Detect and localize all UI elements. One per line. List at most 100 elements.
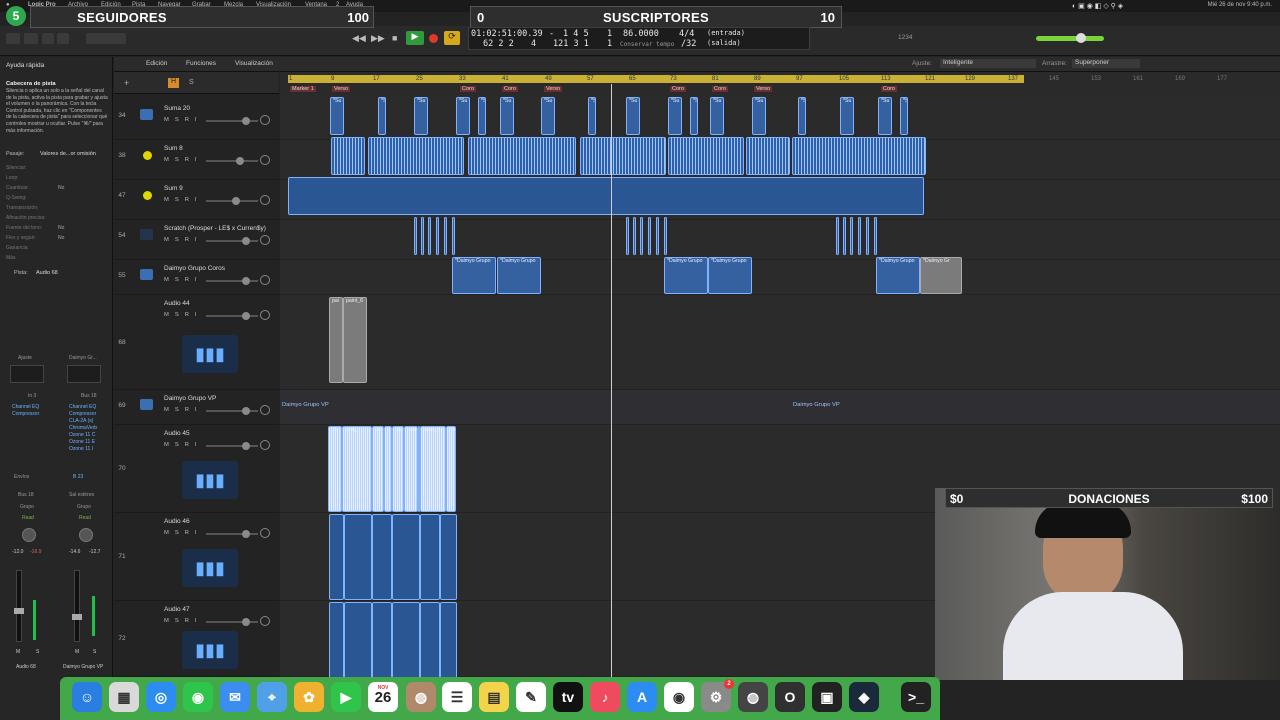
lcd-tempo[interactable]: 86.0000 (623, 29, 659, 39)
record-enable-button[interactable]: R (185, 277, 195, 283)
solo-button[interactable]: S (175, 197, 185, 203)
track-volume-slider[interactable] (206, 277, 258, 285)
suma20-region[interactable]: *S (900, 97, 908, 135)
launchpad-icon[interactable]: ▦ (109, 682, 139, 712)
track-volume-knob[interactable] (242, 618, 250, 626)
solo-button[interactable]: S (175, 237, 185, 243)
strip1-setting[interactable]: Ajuste (18, 355, 32, 361)
prop-more[interactable]: Más (6, 255, 106, 261)
record-enable-button[interactable]: R (185, 618, 195, 624)
snap-select[interactable]: Inteligente (940, 59, 1036, 68)
scratch-region[interactable] (428, 217, 431, 255)
sum8-region[interactable] (368, 137, 464, 175)
track-controls[interactable]: MSRI (164, 618, 203, 624)
track-pan-knob[interactable] (260, 528, 270, 538)
settings-icon[interactable]: ⚙ 2 (701, 679, 734, 712)
marker[interactable]: Verso (754, 86, 773, 92)
photos-icon[interactable]: ✿ (294, 682, 324, 712)
track-volume-slider[interactable] (206, 197, 258, 205)
scratch-region[interactable] (874, 217, 877, 255)
sum8-region[interactable] (746, 137, 790, 175)
audio-region[interactable] (392, 514, 420, 600)
track-header[interactable]: 71 Audio 46 MSRI ▮▮▮ (114, 513, 279, 601)
prop-pitch-source[interactable]: Fuente del tono: No (6, 225, 106, 231)
scratch-region[interactable] (633, 217, 636, 255)
track-volume-knob[interactable] (242, 530, 250, 538)
terminal-icon[interactable]: >_ (901, 682, 931, 712)
track-name[interactable]: Daimyo Grupo Coros (164, 265, 225, 272)
suma20-region[interactable]: *Su (668, 97, 682, 135)
mute-button[interactable]: M (164, 442, 175, 448)
finder-icon[interactable]: ☺ (72, 682, 102, 712)
suma20-region[interactable]: *Su (456, 97, 470, 135)
play-button[interactable]: ▶ (406, 31, 424, 45)
track-volume-knob[interactable] (242, 442, 250, 450)
sum8-region[interactable] (668, 137, 744, 175)
solo-button[interactable]: S (175, 312, 185, 318)
strip1-plugin-0[interactable]: Channel EQ (12, 404, 39, 410)
audio-region[interactable] (329, 602, 344, 677)
audio45-region[interactable]: p (384, 426, 392, 512)
track-name[interactable]: Suma 20 (164, 105, 190, 112)
track-volume-slider[interactable] (206, 117, 258, 125)
scratch-region[interactable] (843, 217, 846, 255)
input-monitor-button[interactable]: I (195, 618, 203, 624)
strip2-setting[interactable]: Daimyo Gr... (69, 355, 97, 361)
audio45-region[interactable]: pai (392, 426, 404, 512)
hide-button[interactable]: H (168, 78, 179, 88)
scratch-region[interactable] (648, 217, 651, 255)
strip2-plugin-0[interactable]: Channel EQ (69, 404, 96, 410)
mute-button[interactable]: M (164, 530, 175, 536)
prop-transpose[interactable]: Transposición: (6, 205, 106, 211)
track-header[interactable]: 72 Audio 47 MSRI ▮▮▮ (114, 601, 279, 677)
coros-region[interactable]: *Daimyo Gr (920, 257, 962, 294)
scratch-region[interactable] (640, 217, 643, 255)
record-enable-button[interactable]: R (185, 237, 195, 243)
track-volume-slider[interactable] (206, 237, 258, 245)
lcd-division[interactable]: /32 (681, 39, 696, 49)
safari-icon[interactable]: ◎ (146, 682, 176, 712)
cycle-range[interactable] (288, 75, 1024, 83)
track-volume-slider[interactable] (206, 442, 258, 450)
suma20-region[interactable]: *Su (752, 97, 766, 135)
audio-region[interactable] (344, 602, 372, 677)
cycle-button[interactable]: ⟳ (444, 31, 460, 45)
prop-mute[interactable]: Silenciar: (6, 165, 106, 171)
audio44-region[interactable]: paint_6 (343, 297, 367, 383)
strip1-group[interactable]: Grupo (20, 504, 34, 510)
mute-button[interactable]: M (164, 197, 175, 203)
track-pan-knob[interactable] (260, 310, 270, 320)
audio-region[interactable] (420, 602, 440, 677)
strip2-pan-knob[interactable] (79, 528, 93, 542)
music-icon[interactable]: ♪ (590, 682, 620, 712)
audio-region[interactable] (372, 514, 392, 600)
scratch-region[interactable] (656, 217, 659, 255)
audio45-region[interactable]: pain (404, 426, 418, 512)
audio-region[interactable] (329, 514, 344, 600)
input-monitor-button[interactable]: I (195, 277, 203, 283)
prop-gain[interactable]: Ganancia: (6, 245, 106, 251)
strip2-output[interactable]: Sal estéreo (69, 492, 94, 498)
track-volume-slider[interactable] (206, 618, 258, 626)
solo-button[interactable]: S (175, 277, 185, 283)
edit-menu[interactable]: Edición (146, 60, 167, 67)
strip1-output[interactable]: Bus 18 (18, 492, 34, 498)
track-header[interactable]: 47 Sum 9 MSRI (114, 180, 279, 220)
master-volume-slider[interactable] (1036, 36, 1104, 41)
prop-quantize[interactable]: Cuantizar: No (6, 185, 106, 191)
strip2-solo[interactable]: S (93, 649, 96, 655)
strip1-input[interactable]: In 3 (28, 393, 36, 399)
notes-icon[interactable]: ▤ (479, 682, 509, 712)
appstore-icon[interactable]: A (627, 682, 657, 712)
logic-icon[interactable]: ◍ (738, 682, 768, 712)
toolbar-button[interactable] (57, 33, 69, 44)
appletv-icon[interactable]: tv (553, 682, 583, 712)
scratch-region[interactable] (414, 217, 417, 255)
marker[interactable]: Coro (712, 86, 728, 92)
strip1-fader[interactable] (16, 570, 22, 642)
track-controls[interactable]: MSRI (164, 407, 203, 413)
track-header[interactable]: 55 Daimyo Grupo Coros MSRI (114, 260, 279, 295)
sum8-region[interactable] (792, 137, 926, 175)
solo-button[interactable]: S (175, 442, 185, 448)
suma20-region[interactable]: *S (690, 97, 698, 135)
